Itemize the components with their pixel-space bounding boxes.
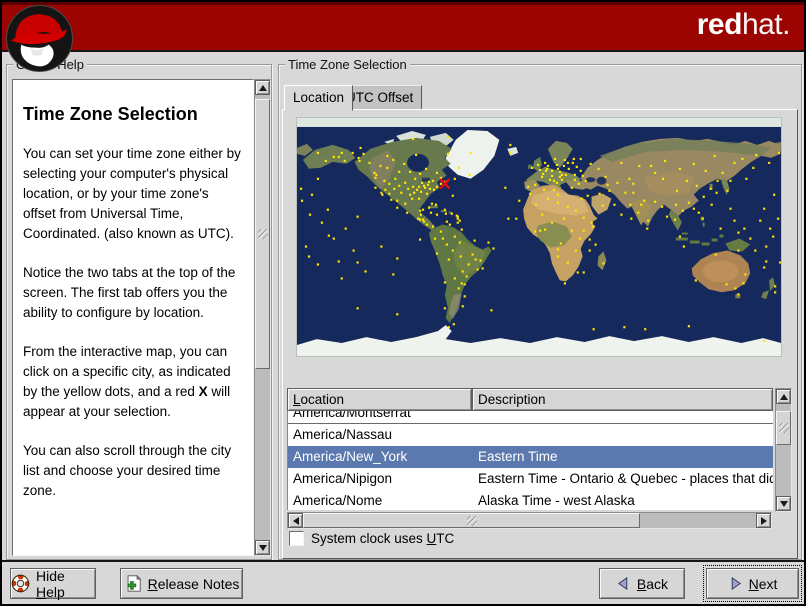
help-title: Time Zone Selection [23, 104, 198, 124]
world-map-image [297, 118, 781, 356]
redhat-shadowman-logo-icon [6, 5, 73, 72]
utc-checkbox-label: System clock uses UTC [311, 531, 455, 546]
banner: redhat. [2, 2, 804, 52]
table-header-row: Location Description [287, 388, 773, 411]
table-row[interactable]: America/New_York Eastern Time [288, 446, 773, 468]
brand-red: red [696, 8, 743, 41]
next-label: Next [748, 575, 778, 592]
timezone-frame: Time Zone Selection Location UTC Offset [278, 57, 802, 560]
up-arrow-icon [779, 393, 788, 400]
brand-hat: hat [741, 8, 783, 41]
table-row[interactable]: America/Nipigon Eastern Time - Ontario & … [288, 468, 773, 490]
installer-window: redhat. Online Help Time Zone Selection … [2, 2, 804, 604]
next-arrow-icon [731, 576, 741, 591]
help-paragraph-2: Notice the two tabs at the top of the sc… [23, 265, 236, 320]
list-scroll-up-button[interactable] [776, 389, 791, 404]
life-preserver-icon [11, 574, 30, 593]
list-scroll-right-button[interactable] [756, 513, 771, 528]
location-header-mnemonic: L [293, 392, 301, 407]
next-button[interactable]: Next [703, 565, 802, 602]
hide-help-label: Hide Help [36, 567, 65, 600]
release-notes-icon [127, 574, 141, 592]
help-text-area: Time Zone Selection You can set your tim… [12, 79, 254, 556]
brand-period: . [782, 8, 790, 41]
help-scroll-down-button[interactable] [255, 540, 270, 555]
footer-separator [2, 560, 804, 562]
column-header-location[interactable]: Location [287, 388, 472, 411]
left-arrow-icon [292, 516, 299, 525]
list-horizontal-scrollbar[interactable] [287, 512, 772, 529]
back-arrow-icon [617, 576, 628, 591]
tab-location[interactable]: Location [284, 85, 354, 111]
help-scrollbar[interactable] [254, 79, 271, 556]
right-arrow-icon [760, 516, 767, 525]
help-paragraph-3: From the interactive map, you can click … [23, 342, 245, 422]
table-row[interactable]: America/Nassau [288, 424, 773, 446]
down-arrow-icon [779, 500, 788, 507]
help-scrollbar-thumb[interactable] [255, 99, 270, 369]
redhat-wordmark: redhat. [696, 8, 791, 42]
world-map[interactable] [296, 117, 782, 357]
help-paragraph-4: You can also scroll through the city lis… [23, 443, 232, 498]
timezone-list: America/Montserrat America/Nassau Americ… [287, 411, 773, 510]
list-vertical-thumb[interactable] [776, 411, 791, 445]
online-help-frame: Online Help Time Zone Selection You can … [6, 57, 272, 560]
location-tab-page: Location Description America/Montserrat … [282, 109, 798, 559]
release-notes-button[interactable]: Release Notes [120, 568, 243, 599]
up-arrow-icon [258, 84, 267, 91]
help-paragraph-1: You can set your time zone either by sel… [23, 146, 241, 241]
list-scroll-down-button[interactable] [776, 496, 791, 511]
release-notes-label: Release Notes [147, 575, 240, 592]
list-vertical-scrollbar[interactable] [775, 388, 792, 512]
back-label: Back [636, 575, 669, 592]
back-button[interactable]: Back [599, 568, 685, 599]
location-header-rest: ocation [300, 392, 345, 407]
hide-help-button[interactable]: Hide Help [10, 567, 96, 600]
list-horizontal-thumb[interactable] [303, 513, 640, 528]
utc-checkbox-row: System clock uses UTC [289, 531, 454, 546]
down-arrow-icon [258, 544, 267, 551]
column-header-description[interactable]: Description [472, 388, 773, 411]
table-row[interactable]: America/Montserrat [288, 411, 773, 424]
system-clock-utc-checkbox[interactable] [289, 531, 304, 546]
help-paragraph-3-bold-x: X [198, 384, 208, 399]
table-row[interactable]: America/Nome Alaska Time - west Alaska [288, 490, 773, 510]
help-scroll-up-button[interactable] [255, 80, 270, 95]
timezone-frame-label: Time Zone Selection [285, 57, 410, 72]
list-scroll-left-button[interactable] [288, 513, 303, 528]
